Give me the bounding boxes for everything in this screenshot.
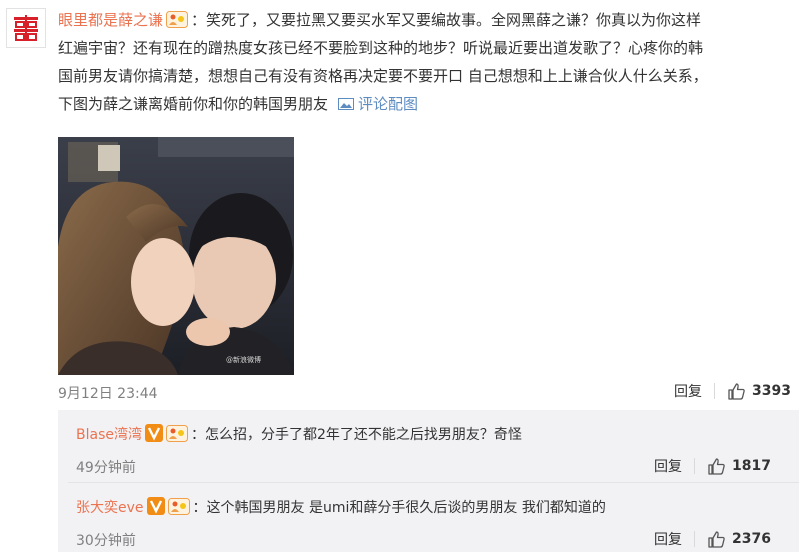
like-count: 2376 bbox=[732, 531, 771, 547]
post-text-line3: 国前男友请你搞清楚，想想自己有没有资格再决定要不要开口 自己想想和上上谦合伙人什… bbox=[58, 67, 708, 85]
avatar[interactable] bbox=[6, 8, 46, 48]
reply-username[interactable]: Blase湾湾 bbox=[76, 427, 142, 443]
fan-badge-icon[interactable] bbox=[166, 11, 189, 28]
post-text-line1: ：笑死了，又要拉黑又要买水军又要编故事。全网黑薛之谦？你真以为你这样 bbox=[191, 11, 702, 29]
reply-button[interactable]: 回复 bbox=[654, 529, 682, 549]
post-photo[interactable]: @新浪微博 bbox=[58, 137, 294, 375]
fan-badge-icon[interactable] bbox=[165, 425, 188, 442]
post-text-line2: 红遍宇宙？还有现在的蹭热度女孩已经不要脸到这种的地步？听说最近要出道发歌了？心疼… bbox=[58, 39, 704, 57]
replies-section: Blase湾湾 ：怎么招，分手了都2年了还不能之后找男朋友？奇怪 49分钟前 回复… bbox=[58, 410, 799, 552]
reply-actions: 回复 2376 bbox=[654, 529, 771, 549]
reply-button[interactable]: 回复 bbox=[674, 381, 702, 401]
v-badge-icon[interactable] bbox=[144, 424, 163, 442]
reply-content: ：怎么招，分手了都2年了还不能之后找男朋友？奇怪 bbox=[190, 427, 522, 443]
post-text-line4: 下图为薛之谦离婚前你和你的韩国男朋友 bbox=[58, 95, 329, 113]
reply-content: ：这个韩国男朋友 是umi和薛分手很久后谈的男朋友 我们都知道的 bbox=[192, 500, 606, 516]
v-badge-icon[interactable] bbox=[146, 497, 165, 515]
post-timestamp[interactable]: 9月12日 23:44 bbox=[58, 383, 158, 403]
reply-actions: 回复 1817 bbox=[654, 456, 771, 476]
comment-picture-link[interactable]: 评论配图 bbox=[358, 95, 418, 113]
post-photo-image: @新浪微博 bbox=[58, 137, 294, 375]
double-happiness-icon bbox=[14, 15, 38, 41]
thumbs-up-icon[interactable] bbox=[707, 457, 726, 476]
picture-icon[interactable] bbox=[338, 98, 355, 110]
reply-text: 张大奕eve ：这个韩国男朋友 是umi和薛分手很久后谈的男朋友 我们都知道的 bbox=[76, 497, 606, 519]
post-text: 眼里都是薛之谦 ：笑死了，又要拉黑又要买水军又要编故事。全网黑薛之谦？你真以为你这… bbox=[58, 6, 794, 118]
reply-timestamp: 49分钟前 bbox=[76, 460, 136, 476]
reply-button[interactable]: 回复 bbox=[654, 456, 682, 476]
action-divider bbox=[694, 458, 696, 474]
svg-text:@新浪微博: @新浪微博 bbox=[226, 355, 261, 364]
post-username[interactable]: 眼里都是薛之谦 bbox=[58, 11, 163, 29]
like-count: 3393 bbox=[752, 383, 791, 399]
like-count: 1817 bbox=[732, 458, 771, 474]
reply-item: 张大奕eve ：这个韩国男朋友 是umi和薛分手很久后谈的男朋友 我们都知道的 3… bbox=[58, 483, 799, 552]
thumbs-up-icon[interactable] bbox=[707, 530, 726, 549]
post-actions: 回复 3393 bbox=[674, 381, 791, 401]
action-divider bbox=[714, 383, 716, 399]
reply-text: Blase湾湾 ：怎么招，分手了都2年了还不能之后找男朋友？奇怪 bbox=[76, 424, 522, 446]
reply-item: Blase湾湾 ：怎么招，分手了都2年了还不能之后找男朋友？奇怪 49分钟前 回复… bbox=[58, 410, 799, 480]
fan-badge-icon[interactable] bbox=[167, 498, 190, 515]
reply-username[interactable]: 张大奕eve bbox=[76, 500, 144, 516]
thumbs-up-icon[interactable] bbox=[727, 382, 746, 401]
reply-timestamp: 30分钟前 bbox=[76, 533, 136, 549]
action-divider bbox=[694, 531, 696, 547]
